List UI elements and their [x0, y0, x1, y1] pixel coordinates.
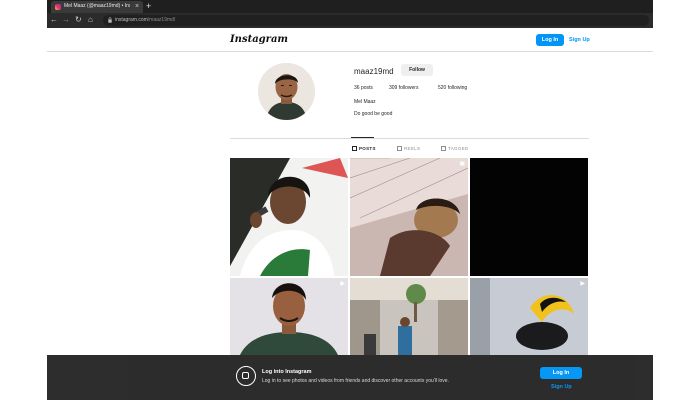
grid-icon	[352, 146, 357, 151]
post-thumbnail[interactable]	[470, 158, 588, 276]
post-image-dark	[470, 158, 588, 276]
reels-icon	[397, 146, 402, 151]
lock-icon	[108, 17, 112, 23]
reload-icon[interactable]: ↻	[75, 15, 82, 25]
post-thumbnail[interactable]	[230, 158, 348, 276]
profile-bio: Do good be good	[354, 111, 393, 117]
post-thumbnail[interactable]	[350, 278, 468, 355]
post-image-bed	[350, 158, 468, 276]
tab-reels[interactable]: REELS	[397, 146, 420, 151]
instagram-icon	[236, 366, 256, 386]
instagram-header: Instagram Log In Sign Up	[47, 28, 653, 52]
post-image-bird	[470, 278, 588, 355]
screen: Mel Maaz (@maaz19md) • Insta × + ← → ↻ ⌂…	[0, 0, 700, 400]
avatar-image	[258, 63, 315, 120]
header-signup-link[interactable]: Sign Up	[569, 37, 590, 43]
posts-count: 36 posts	[354, 85, 373, 91]
banner-login-button[interactable]: Log In	[540, 367, 582, 379]
banner-signup-link[interactable]: Sign Up	[551, 384, 572, 390]
back-icon[interactable]: ←	[50, 15, 58, 25]
url-text: instagram.com/maaz19md/	[115, 17, 175, 23]
following-count[interactable]: 520 following	[438, 85, 467, 91]
tab-tagged-label: TAGGED	[448, 146, 469, 151]
avatar[interactable]	[258, 63, 315, 120]
banner-subtitle: Log in to see photos and videos from fri…	[262, 378, 449, 384]
profile-divider	[230, 138, 589, 139]
multiple-icon: ▣	[459, 161, 465, 167]
url-path: /maaz19md/	[147, 17, 176, 23]
tab-posts-label: POSTS	[359, 146, 376, 151]
tab-title: Mel Maaz (@maaz19md) • Insta	[64, 3, 130, 9]
post-thumbnail[interactable]: ▣	[350, 158, 468, 276]
tagged-icon	[441, 146, 446, 151]
browser-tab[interactable]: Mel Maaz (@maaz19md) • Insta ×	[51, 1, 143, 13]
profile-full-name: Mel Maaz	[354, 99, 376, 105]
tab-close-icon[interactable]: ×	[135, 2, 139, 11]
post-thumbnail[interactable]: ▶	[230, 278, 348, 355]
post-thumbnail[interactable]: ▶	[470, 278, 588, 355]
login-banner: Log into Instagram Log in to see photos …	[47, 355, 653, 400]
tab-posts[interactable]: POSTS	[352, 146, 376, 151]
profile-username: maaz19md	[354, 67, 394, 76]
browser-window: Mel Maaz (@maaz19md) • Insta × + ← → ↻ ⌂…	[47, 0, 653, 400]
header-login-button[interactable]: Log In	[536, 34, 564, 46]
address-bar: ← → ↻ ⌂ instagram.com/maaz19md/	[47, 13, 653, 28]
post-image-selfie	[230, 278, 348, 355]
post-image-singer	[230, 158, 348, 276]
instagram-logo[interactable]: Instagram	[230, 34, 288, 45]
post-image-mall	[350, 278, 468, 355]
new-tab-icon[interactable]: +	[146, 1, 151, 11]
home-icon[interactable]: ⌂	[88, 15, 93, 25]
reel-icon: ▶	[340, 281, 345, 287]
banner-title: Log into Instagram	[262, 369, 312, 375]
reel-icon: ▶	[580, 281, 585, 287]
tab-strip: Mel Maaz (@maaz19md) • Insta × +	[47, 0, 653, 13]
active-tab-indicator	[351, 137, 374, 138]
tab-tagged[interactable]: TAGGED	[441, 146, 468, 151]
forward-icon[interactable]: →	[62, 15, 70, 25]
followers-count[interactable]: 309 followers	[389, 85, 418, 91]
url-field[interactable]: instagram.com/maaz19md/	[103, 15, 649, 26]
tab-reels-label: REELS	[404, 146, 421, 151]
instagram-favicon-icon	[55, 4, 61, 10]
url-domain: instagram.com	[115, 17, 148, 23]
follow-button[interactable]: Follow	[401, 64, 433, 76]
